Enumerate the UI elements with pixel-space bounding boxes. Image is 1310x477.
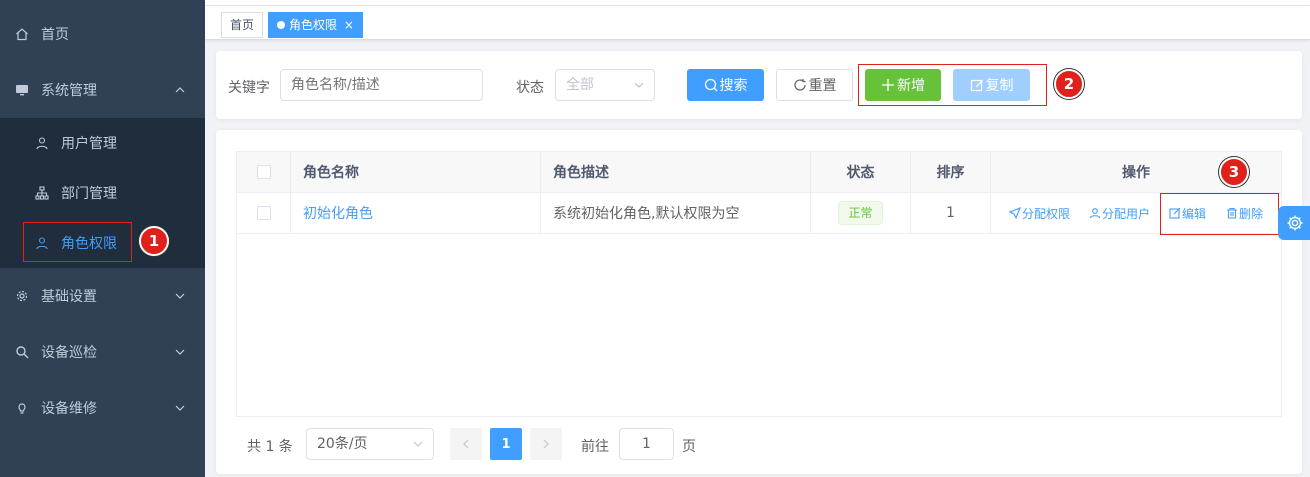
- keyword-input[interactable]: [280, 69, 483, 101]
- reset-button[interactable]: 重置: [776, 69, 853, 101]
- tree-icon: [35, 186, 49, 200]
- status-label: 状态: [516, 80, 544, 96]
- status-select[interactable]: 全部: [555, 69, 655, 101]
- home-icon: [15, 27, 29, 41]
- pagination-total: 共 1 条: [247, 439, 293, 455]
- page-size-value: 20条/页: [317, 436, 368, 452]
- sidebar-item-label: 设备维修: [41, 401, 97, 417]
- settings-float-button[interactable]: [1278, 206, 1310, 240]
- sidebar-item-label: 用户管理: [61, 136, 117, 152]
- annotation-box-1: [23, 222, 132, 262]
- sidebar-item-repair[interactable]: 设备维修: [0, 380, 205, 436]
- chevron-down-icon: [413, 441, 423, 447]
- chevron-down-icon: [175, 405, 185, 411]
- button-label: 重置: [808, 78, 837, 94]
- page-number-button[interactable]: 1: [490, 428, 522, 460]
- tag-label: 首页: [230, 18, 255, 32]
- tag-label: 角色权限: [289, 18, 338, 32]
- chevron-left-icon: [463, 439, 469, 449]
- user-icon: [1089, 208, 1101, 219]
- page-suffix: 页: [682, 439, 696, 455]
- chevron-down-icon: [175, 293, 185, 299]
- sidebar-item-label: 部门管理: [61, 186, 117, 202]
- tag-home[interactable]: 首页: [221, 12, 264, 38]
- sidebar-item-label: 基础设置: [41, 289, 97, 305]
- header-role-name: 角色名称: [291, 152, 541, 193]
- sidebar-item-system[interactable]: 系统管理: [0, 62, 205, 118]
- monitor-icon: [15, 83, 29, 97]
- header-sort: 排序: [911, 152, 991, 193]
- sidebar-item-label: 设备巡检: [41, 345, 97, 361]
- assign-user-button[interactable]: 分配用户: [1089, 205, 1150, 222]
- zoom-icon: [15, 345, 29, 359]
- roles-table: 角色名称 角色描述 状态 排序 操作 初始化角色 系统初始化角色,默认权限为空 …: [236, 151, 1282, 417]
- page-size-select[interactable]: 20条/页: [306, 428, 434, 460]
- gear-icon: [1287, 215, 1303, 231]
- role-name-cell: 初始化角色: [291, 193, 541, 234]
- sidebar-item-departments[interactable]: 部门管理: [0, 168, 205, 218]
- sidebar-item-label: 系统管理: [41, 83, 97, 99]
- refresh-icon: [793, 79, 806, 91]
- select-all-checkbox[interactable]: [256, 165, 271, 179]
- bulb-icon: [15, 401, 29, 415]
- next-page-button[interactable]: [530, 428, 562, 460]
- chevron-down-icon: [175, 349, 185, 355]
- button-label: 搜索: [719, 78, 748, 94]
- user-icon: [35, 136, 49, 150]
- sort-cell: 1: [911, 193, 991, 234]
- sidebar-item-users[interactable]: 用户管理: [0, 118, 205, 168]
- row-checkbox[interactable]: [256, 206, 271, 220]
- tags-view: 首页 角色权限 ×: [205, 6, 1310, 40]
- sidebar-item-inspection[interactable]: 设备巡检: [0, 324, 205, 380]
- role-name-link[interactable]: 初始化角色: [303, 203, 373, 223]
- sidebar-item-label: 首页: [41, 27, 69, 43]
- annotation-badge-2: 2: [1054, 69, 1084, 99]
- assign-permission-button[interactable]: 分配权限: [1009, 205, 1070, 222]
- chevron-up-icon: [175, 87, 185, 93]
- status-select-value: 全部: [566, 77, 594, 93]
- search-icon: [704, 78, 717, 92]
- tag-roles[interactable]: 角色权限 ×: [268, 12, 363, 38]
- op-label: 分配权限: [1022, 206, 1071, 221]
- chevron-right-icon: [543, 439, 549, 449]
- table-row: [237, 193, 291, 234]
- chevron-down-icon: [634, 82, 644, 88]
- sidebar-item-home[interactable]: 首页: [0, 6, 205, 62]
- keyword-label: 关键字: [228, 80, 270, 96]
- search-button[interactable]: 搜索: [687, 69, 764, 101]
- prev-page-button[interactable]: [450, 428, 482, 460]
- op-label: 分配用户: [1102, 206, 1151, 221]
- goto-page-input[interactable]: [619, 428, 674, 460]
- header-status: 状态: [811, 152, 911, 193]
- header-role-desc: 角色描述: [541, 152, 811, 193]
- annotation-box-2: [858, 64, 1047, 106]
- goto-label: 前往: [581, 439, 609, 455]
- active-dot-icon: [277, 21, 285, 29]
- status-cell: 正常: [811, 193, 911, 234]
- annotation-badge-3: 3: [1219, 157, 1249, 187]
- annotation-box-3: [1160, 193, 1279, 235]
- gear-icon: [15, 289, 29, 303]
- close-icon[interactable]: ×: [344, 18, 354, 32]
- sidebar: 首页 系统管理 用户管理 部门管理 角色权限 基础设置 设备巡检 设备维修 1: [0, 0, 205, 477]
- sidebar-item-basic-settings[interactable]: 基础设置: [0, 268, 205, 324]
- annotation-badge-1: 1: [139, 226, 169, 256]
- send-icon: [1009, 207, 1021, 219]
- header-select-all[interactable]: [237, 152, 291, 193]
- status-badge: 正常: [838, 201, 883, 225]
- role-desc-cell: 系统初始化角色,默认权限为空: [541, 193, 811, 234]
